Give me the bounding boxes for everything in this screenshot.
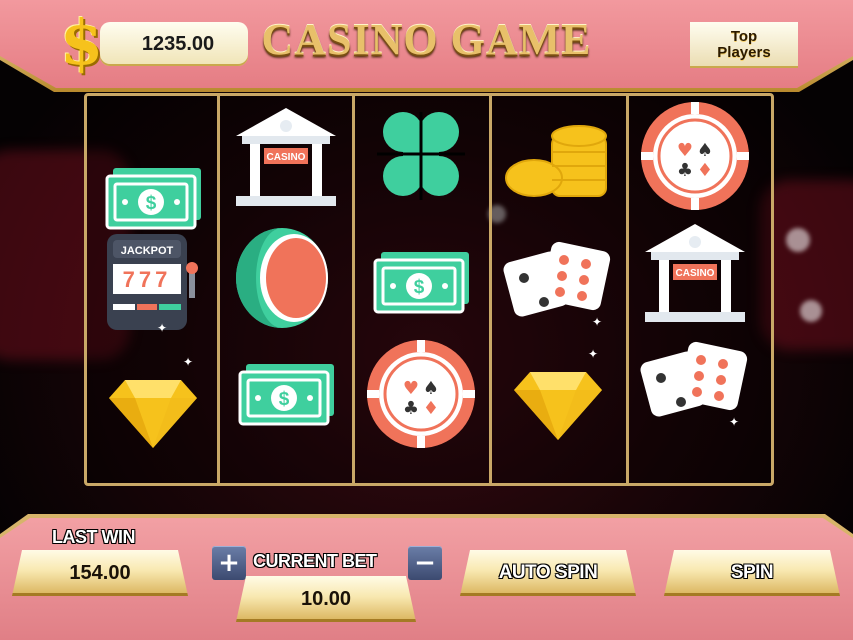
dice-icon: ✦: [637, 326, 753, 442]
svg-text:♥: ♥: [677, 140, 693, 161]
svg-text:✦: ✦: [157, 321, 167, 335]
cash-icon: $: [228, 336, 344, 452]
reel-1: $ JACKPOT 777 ✦ ✦: [87, 96, 220, 483]
svg-text:✦: ✦: [729, 415, 739, 429]
top-players-label: Top Players: [717, 28, 771, 61]
last-win-label: LAST WIN: [52, 527, 136, 547]
reel-2: CASINO $: [220, 96, 355, 483]
auto-spin-label: AUTO SPIN: [498, 562, 598, 583]
reel-3: $ ♥ ♠ ♣ ♦: [355, 96, 492, 483]
diamond-icon: ✦: [95, 344, 211, 460]
svg-text:CASINO: CASINO: [267, 152, 306, 163]
plus-icon: +: [218, 548, 240, 578]
diamond-icon: ✦: [500, 336, 616, 452]
svg-text:♠: ♠: [423, 378, 439, 399]
reel-4: ✦ ✦: [492, 96, 629, 483]
coins-icon: [500, 106, 616, 222]
svg-text:$: $: [414, 277, 425, 298]
top-players-button[interactable]: Top Players: [690, 22, 798, 68]
current-bet-label: CURRENT BET: [253, 551, 377, 571]
svg-text:CASINO: CASINO: [676, 268, 715, 279]
watermelon-icon: [228, 220, 344, 336]
background-dot: [786, 228, 810, 252]
svg-text:✦: ✦: [183, 355, 193, 369]
last-win-display: 154.00: [12, 550, 188, 596]
poker-chip-icon: ♥ ♠ ♣ ♦: [363, 336, 479, 452]
reels-panel: $ JACKPOT 777 ✦ ✦ CASINO $ $ ♥ ♠ ♣ ♦ ✦ ✦…: [84, 93, 774, 486]
poker-chip-icon: ♥ ♠ ♣ ♦: [637, 98, 753, 214]
casino-building-icon: CASINO: [228, 98, 344, 214]
svg-text:777: 777: [123, 267, 172, 292]
auto-spin-button[interactable]: AUTO SPIN: [460, 550, 636, 596]
svg-text:✦: ✦: [592, 315, 602, 329]
slot-machine-icon: JACKPOT 777 ✦: [95, 220, 211, 336]
spin-label: SPIN: [730, 562, 774, 583]
svg-text:✦: ✦: [588, 347, 598, 361]
current-bet-value: 10.00: [300, 587, 352, 610]
svg-text:♣: ♣: [403, 398, 419, 419]
game-screen: 1235.00 $ CASINO GAME Top Players $ JACK…: [0, 0, 853, 640]
current-bet-display: 10.00: [236, 576, 416, 622]
minus-icon: −: [414, 548, 436, 578]
increase-bet-button[interactable]: +: [212, 546, 246, 580]
svg-text:♥: ♥: [403, 378, 419, 399]
clover-icon: [363, 98, 479, 214]
casino-building-icon: CASINO: [637, 214, 753, 330]
background-dot: [800, 300, 822, 322]
decrease-bet-button[interactable]: −: [408, 546, 442, 580]
svg-text:♦: ♦: [697, 160, 713, 181]
svg-text:♠: ♠: [697, 140, 713, 161]
dice-icon: ✦: [500, 226, 616, 342]
svg-text:♦: ♦: [423, 398, 439, 419]
last-win-value: 154.00: [69, 561, 131, 584]
svg-text:$: $: [279, 389, 290, 410]
svg-text:JACKPOT: JACKPOT: [121, 245, 174, 257]
cash-icon: $: [363, 224, 479, 340]
svg-text:$: $: [146, 193, 157, 214]
reel-5: ♥ ♠ ♣ ♦ CASINO ✦: [629, 96, 771, 483]
svg-text:♣: ♣: [677, 160, 693, 181]
spin-button[interactable]: SPIN: [664, 550, 840, 596]
